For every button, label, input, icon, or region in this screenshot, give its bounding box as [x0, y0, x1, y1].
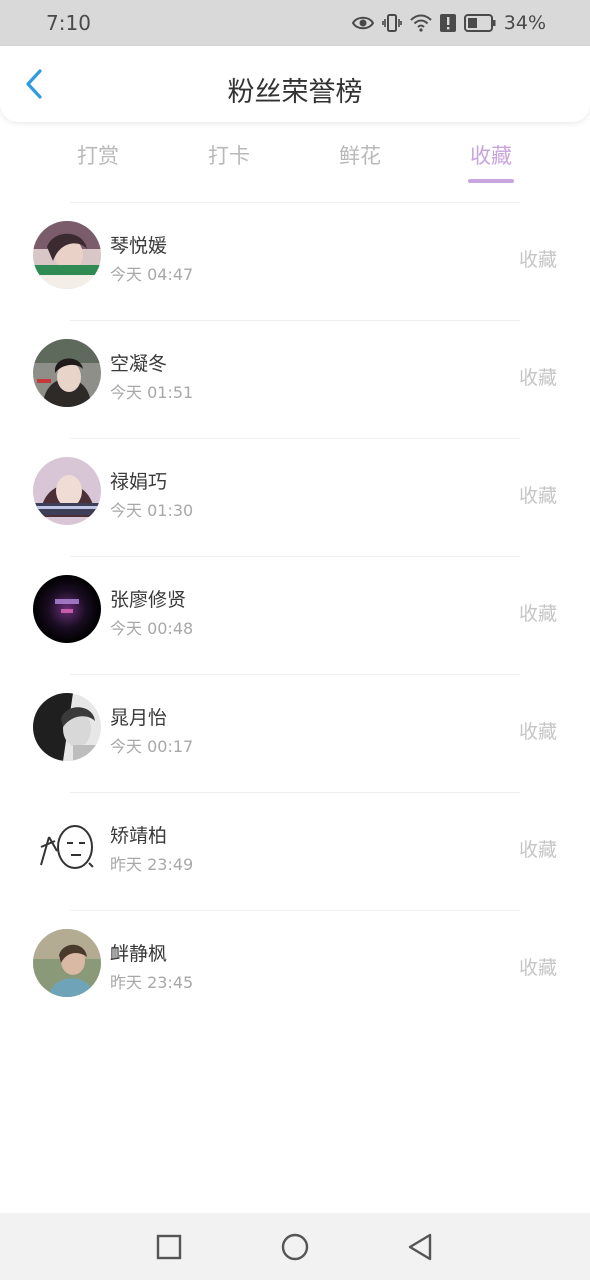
list-item[interactable]: 矫靖柏 昨天 23:49 收藏	[0, 793, 590, 911]
fan-time: 今天 04:47	[110, 265, 194, 284]
tab-favorites[interactable]: 收藏	[451, 140, 531, 186]
list-item[interactable]: 琴悦媛 今天 04:47 收藏	[0, 203, 590, 321]
avatar[interactable]	[33, 221, 101, 289]
fan-time: 今天 01:30	[110, 501, 194, 520]
tab-checkin[interactable]: 打卡	[189, 140, 269, 186]
triangle-back-icon[interactable]	[406, 1233, 434, 1261]
status-time: 7:10	[46, 11, 91, 35]
battery-icon	[463, 14, 496, 32]
list-item[interactable]: 衅静枫 昨天 23:45 收藏	[0, 911, 590, 1029]
avatar[interactable]	[33, 811, 101, 879]
tab-label: 打卡	[208, 144, 250, 168]
action-label: 收藏	[518, 957, 557, 979]
fan-time: 昨天 23:49	[110, 855, 194, 874]
page-title: 粉丝荣誉榜	[227, 77, 363, 108]
fan-name: 空凝冬	[110, 353, 168, 375]
status-bar: 7:10 34%	[0, 0, 590, 46]
avatar[interactable]	[33, 929, 101, 997]
tab-label: 打赏	[77, 144, 119, 168]
list-item[interactable]: 晁月怡 今天 00:17 收藏	[0, 675, 590, 793]
fan-time: 今天 00:17	[110, 737, 194, 756]
fan-name: 衅静枫	[110, 943, 168, 965]
fan-name: 晁月怡	[110, 707, 168, 729]
list-item[interactable]: 张廖修贤 今天 00:48 收藏	[0, 557, 590, 675]
action-label: 收藏	[518, 839, 557, 861]
action-label: 收藏	[518, 485, 557, 507]
avatar[interactable]	[33, 457, 101, 525]
avatar[interactable]	[33, 575, 101, 643]
vibrate-icon	[381, 13, 402, 33]
fan-time: 今天 01:51	[110, 383, 194, 402]
tab-reward[interactable]: 打赏	[58, 140, 138, 186]
action-label: 收藏	[518, 603, 557, 625]
avatar[interactable]	[33, 339, 101, 407]
fan-name: 禄娟巧	[110, 471, 168, 493]
fan-name: 张廖修贤	[110, 589, 187, 611]
wifi-icon	[410, 14, 432, 32]
list-item[interactable]: 禄娟巧 今天 01:30 收藏	[0, 439, 590, 557]
square-icon[interactable]	[155, 1233, 183, 1261]
tab-active-indicator	[468, 179, 514, 183]
action-label: 收藏	[518, 249, 557, 271]
tab-label: 收藏	[470, 144, 512, 168]
fan-time: 昨天 23:45	[110, 973, 194, 992]
fan-name: 矫靖柏	[110, 825, 168, 847]
fan-time: 今天 00:48	[110, 619, 194, 638]
status-icons: 34%	[351, 12, 546, 34]
eye-icon	[351, 15, 374, 31]
screen: 7:10 34% 粉丝荣誉榜 打赏 打卡 鲜花 收藏 琴悦媛 今天 04:47 …	[0, 0, 590, 1280]
alert-icon	[439, 14, 456, 32]
header: 粉丝荣誉榜	[0, 46, 590, 122]
fan-name: 琴悦媛	[110, 235, 168, 257]
avatar[interactable]	[33, 693, 101, 761]
battery-percent: 34%	[503, 12, 546, 34]
tab-bar: 打赏 打卡 鲜花 收藏	[0, 130, 590, 186]
circle-icon[interactable]	[281, 1233, 309, 1261]
tab-label: 鲜花	[339, 144, 381, 168]
system-nav-bar	[0, 1213, 590, 1280]
list-item[interactable]: 空凝冬 今天 01:51 收藏	[0, 321, 590, 439]
action-label: 收藏	[518, 721, 557, 743]
tab-flowers[interactable]: 鲜花	[320, 140, 400, 186]
action-label: 收藏	[518, 367, 557, 389]
